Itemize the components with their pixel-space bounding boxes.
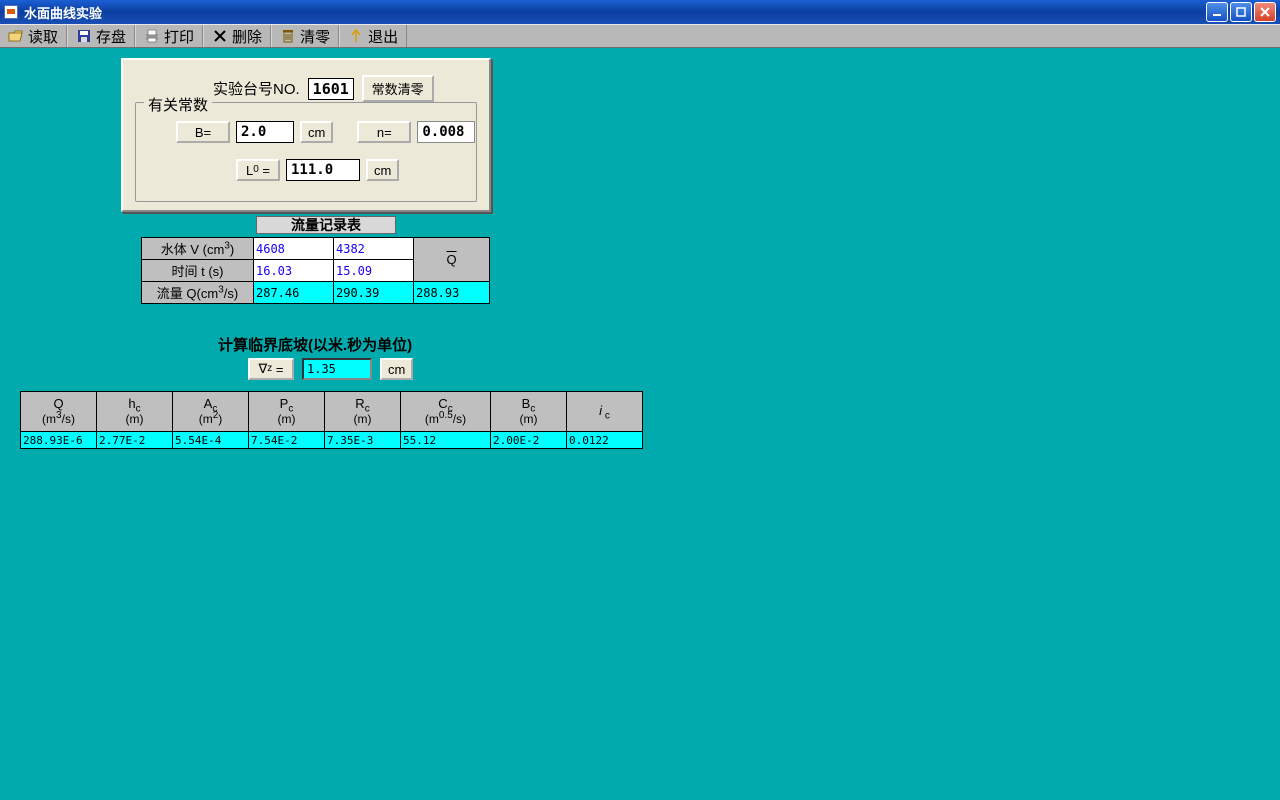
t2-cell[interactable]: 15.09 bbox=[334, 260, 414, 282]
L0-unit: cm bbox=[366, 159, 399, 181]
flow-record-table: 水体 V (cm3) 4608 4382 Q 时间 t (s) 16.03 15… bbox=[141, 237, 490, 304]
v2-cell[interactable]: 4382 bbox=[334, 238, 414, 260]
q2-cell: 290.39 bbox=[334, 282, 414, 304]
critical-slope-title: 计算临界底坡(以米.秒为单位) bbox=[218, 334, 412, 355]
exit-label: 退出 bbox=[368, 26, 398, 47]
val-Bc: 2.00E-2 bbox=[491, 432, 567, 449]
val-Cc: 55.12 bbox=[401, 432, 491, 449]
vz-input[interactable] bbox=[302, 358, 372, 380]
folder-open-icon bbox=[8, 28, 24, 44]
val-Pc: 7.54E-2 bbox=[249, 432, 325, 449]
hdr-Rc: Rc(m) bbox=[325, 392, 401, 432]
B-label-button[interactable]: B= bbox=[176, 121, 230, 143]
delete-label: 删除 bbox=[232, 26, 262, 47]
B-input[interactable] bbox=[236, 121, 294, 143]
clear-label: 清零 bbox=[300, 26, 330, 47]
qbar-label: Q bbox=[414, 238, 490, 282]
hdr-Cc: Cc(m0.5/s) bbox=[401, 392, 491, 432]
table-row: 水体 V (cm3) 4608 4382 Q bbox=[142, 238, 490, 260]
val-Ac: 5.54E-4 bbox=[173, 432, 249, 449]
hdr-Ac: Ac(m2) bbox=[173, 392, 249, 432]
hdr-Q: Q(m3/s) bbox=[21, 392, 97, 432]
x-icon bbox=[212, 28, 228, 44]
app-icon bbox=[4, 5, 18, 19]
flow-record-title: 流量记录表 bbox=[256, 216, 396, 234]
station-input[interactable] bbox=[308, 78, 354, 100]
floppy-icon bbox=[76, 28, 92, 44]
table-row: 288.93E-6 2.77E-2 5.54E-4 7.54E-2 7.35E-… bbox=[21, 432, 643, 449]
exit-button[interactable]: 退出 bbox=[339, 25, 407, 47]
hdr-Bc: Bc(m) bbox=[491, 392, 567, 432]
clear-constants-button[interactable]: 常数清零 bbox=[362, 75, 434, 102]
val-hc: 2.77E-2 bbox=[97, 432, 173, 449]
station-label: 实验台号NO. bbox=[213, 78, 300, 99]
clear-button[interactable]: 清零 bbox=[271, 25, 339, 47]
delete-button[interactable]: 删除 bbox=[203, 25, 271, 47]
hdr-hc: hc(m) bbox=[97, 392, 173, 432]
val-ic: 0.0122 bbox=[567, 432, 643, 449]
q1-cell: 287.46 bbox=[254, 282, 334, 304]
t1-cell[interactable]: 16.03 bbox=[254, 260, 334, 282]
n-label-button[interactable]: n= bbox=[357, 121, 411, 143]
print-button[interactable]: 打印 bbox=[135, 25, 203, 47]
L0-input[interactable] bbox=[286, 159, 360, 181]
save-button[interactable]: 存盘 bbox=[67, 25, 135, 47]
window-title: 水面曲线实验 bbox=[24, 3, 102, 22]
B-unit: cm bbox=[300, 121, 333, 143]
save-label: 存盘 bbox=[96, 26, 126, 47]
maximize-button[interactable] bbox=[1230, 2, 1252, 22]
titlebar: 水面曲线实验 bbox=[0, 0, 1280, 24]
minimize-button[interactable] bbox=[1206, 2, 1228, 22]
hdr-ic: i c bbox=[567, 392, 643, 432]
vz-unit: cm bbox=[380, 358, 413, 380]
constants-fieldset: 有关常数 B= cm n= L0 = cm bbox=[135, 102, 477, 202]
val-Q: 288.93E-6 bbox=[21, 432, 97, 449]
exit-icon bbox=[348, 28, 364, 44]
printer-icon bbox=[144, 28, 160, 44]
val-Rc: 7.35E-3 bbox=[325, 432, 401, 449]
close-button[interactable] bbox=[1254, 2, 1276, 22]
constants-panel: 实验台号NO. 常数清零 有关常数 B= cm n= L0 = cm bbox=[121, 58, 491, 212]
table-row: 流量 Q(cm3/s) 287.46 290.39 288.93 bbox=[142, 282, 490, 304]
n-input[interactable] bbox=[417, 121, 475, 143]
toolbar: 读取 存盘 打印 删除 清零 退出 bbox=[0, 24, 1280, 48]
vz-label-button[interactable]: ∇z = bbox=[248, 358, 294, 380]
critical-slope-table: Q(m3/s) hc(m) Ac(m2) Pc(m) Rc(m) Cc(m0.5… bbox=[20, 391, 643, 449]
print-label: 打印 bbox=[164, 26, 194, 47]
row-t-label: 时间 t (s) bbox=[142, 260, 254, 282]
v1-cell[interactable]: 4608 bbox=[254, 238, 334, 260]
L0-label-button[interactable]: L0 = bbox=[236, 159, 280, 181]
trash-icon bbox=[280, 28, 296, 44]
read-label: 读取 bbox=[28, 26, 58, 47]
qbar-value: 288.93 bbox=[414, 282, 490, 304]
read-button[interactable]: 读取 bbox=[0, 25, 67, 47]
row-q-label: 流量 Q(cm3/s) bbox=[142, 282, 254, 304]
table-header-row: Q(m3/s) hc(m) Ac(m2) Pc(m) Rc(m) Cc(m0.5… bbox=[21, 392, 643, 432]
fieldset-legend: 有关常数 bbox=[144, 94, 212, 115]
hdr-Pc: Pc(m) bbox=[249, 392, 325, 432]
row-v-label: 水体 V (cm3) bbox=[142, 238, 254, 260]
